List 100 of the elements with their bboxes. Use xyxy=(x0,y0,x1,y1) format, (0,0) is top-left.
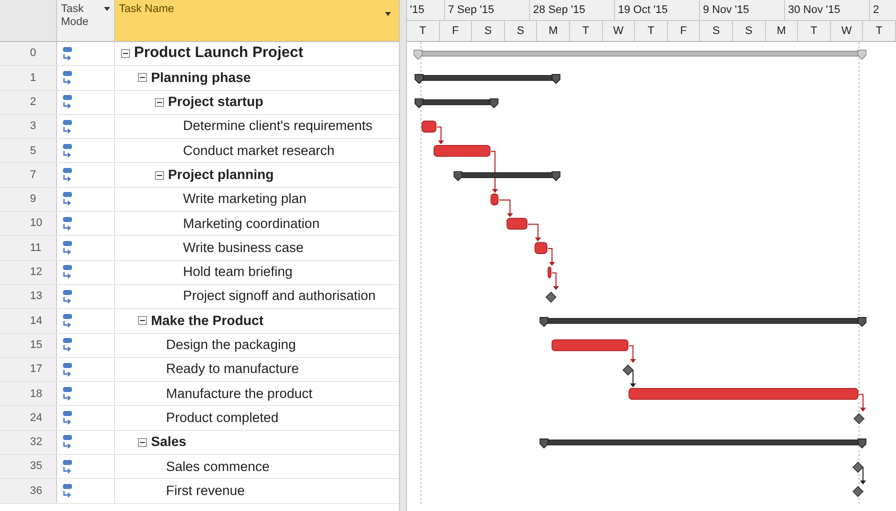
day-label: T xyxy=(863,21,896,41)
task-name: Write marketing plan xyxy=(183,190,307,208)
task-mode-icon xyxy=(62,434,74,450)
collapse-toggle[interactable] xyxy=(138,316,147,326)
task-mode-icon xyxy=(62,386,74,402)
task-mode-icon xyxy=(62,458,74,475)
task-bar xyxy=(548,266,552,278)
task-bar xyxy=(490,194,498,206)
row-number: 32 xyxy=(0,430,57,454)
day-label: F xyxy=(668,21,700,41)
task-mode-icon xyxy=(62,288,74,305)
task-mode-icon xyxy=(62,216,74,232)
row-number: 0 xyxy=(0,42,57,66)
task-name: Sales commence xyxy=(166,458,270,476)
row-number: 7 xyxy=(0,163,57,187)
task-mode-icon xyxy=(62,362,74,378)
column-title: Task Mode xyxy=(61,3,90,29)
row-number: 3 xyxy=(0,114,57,138)
day-label: S xyxy=(472,21,505,41)
row-number: 2 xyxy=(0,90,57,114)
row-number: 11 xyxy=(0,236,57,260)
day-label: T xyxy=(635,21,668,41)
row-number: 36 xyxy=(0,479,57,503)
task-name: First revenue xyxy=(166,482,245,500)
task-mode-icon xyxy=(62,312,74,329)
row-number: 18 xyxy=(0,382,57,406)
timescale-label: 28 Sep '15 xyxy=(530,0,615,20)
dependency-arrow xyxy=(548,248,555,266)
task-name: Project planning xyxy=(168,166,274,184)
collapse-toggle[interactable] xyxy=(155,98,164,107)
day-label: F xyxy=(440,21,472,41)
dependency-arrow xyxy=(628,370,636,388)
task-name: Product Launch Project xyxy=(134,43,304,64)
milestone-diamond xyxy=(622,364,634,376)
day-label: S xyxy=(700,21,733,41)
task-name: Hold team briefing xyxy=(183,263,293,282)
task-name: Conduct market research xyxy=(183,142,335,160)
row-number: 35 xyxy=(0,455,57,478)
timescale-label: 30 Nov '15 xyxy=(785,0,870,20)
row-number: 14 xyxy=(0,309,57,333)
day-label: M xyxy=(537,21,570,41)
task-mode-icon xyxy=(62,46,74,62)
day-label: W xyxy=(830,21,864,41)
milestone-diamond xyxy=(852,486,864,498)
column-header[interactable]: Task Name xyxy=(115,0,399,41)
day-label: T xyxy=(570,21,603,41)
day-label: S xyxy=(504,21,538,41)
task-mode-icon xyxy=(62,264,74,280)
task-name: Manufacture the product xyxy=(166,384,312,403)
row-number: 5 xyxy=(0,139,57,162)
task-name: Project startup xyxy=(168,93,264,112)
task-bar xyxy=(422,120,436,132)
dependency-arrow xyxy=(858,466,866,485)
task-name: Ready to manufacture xyxy=(166,360,299,378)
timescale-label: 9 Nov '15 xyxy=(700,0,785,20)
day-label: S xyxy=(732,21,766,41)
collapse-toggle[interactable] xyxy=(138,73,147,82)
column-title: Task Name xyxy=(119,3,174,16)
dependency-arrow xyxy=(528,224,541,242)
dependency-arrow xyxy=(858,394,866,412)
dependency-arrow xyxy=(436,126,444,144)
task-name: Design the packaging xyxy=(166,336,296,354)
task-mode-icon xyxy=(62,191,74,208)
task-mode-icon xyxy=(62,410,74,426)
row-number: 9 xyxy=(0,188,57,212)
milestone-diamond xyxy=(853,413,865,424)
task-mode-icon xyxy=(62,167,74,184)
caret-icon xyxy=(104,7,110,11)
day-label: W xyxy=(602,21,636,41)
timescale-label: 2 xyxy=(870,0,896,20)
dependency-arrow xyxy=(498,199,513,218)
task-mode-icon xyxy=(62,240,74,256)
collapse-toggle[interactable] xyxy=(155,170,164,180)
collapse-toggle[interactable] xyxy=(121,49,130,58)
caret-icon xyxy=(385,12,391,16)
row-number: 15 xyxy=(0,334,57,357)
task-mode-icon xyxy=(62,70,74,86)
task-mode-icon xyxy=(62,94,74,110)
row-number: 12 xyxy=(0,260,57,284)
collapse-toggle[interactable] xyxy=(138,438,147,447)
task-mode-icon xyxy=(62,337,74,354)
task-name: Make the Product xyxy=(151,312,264,330)
day-label: T xyxy=(407,21,440,41)
task-mode-icon xyxy=(62,118,74,135)
task-name: Planning phase xyxy=(151,68,251,87)
timescale-label: 7 Sep '15 xyxy=(445,0,530,20)
row-number: 13 xyxy=(0,284,57,308)
task-bar xyxy=(434,144,490,157)
row-number: 24 xyxy=(0,406,57,430)
day-label: T xyxy=(798,21,831,41)
row-number: 1 xyxy=(0,66,57,90)
milestone-diamond xyxy=(852,462,864,473)
task-name: Marketing coordination xyxy=(183,214,320,233)
task-mode-icon xyxy=(62,142,74,159)
task-name: Sales xyxy=(151,433,186,452)
timescale-label: '15 xyxy=(407,0,445,20)
row-number: 17 xyxy=(0,358,57,382)
dependency-arrow xyxy=(552,272,559,290)
task-mode-icon xyxy=(62,482,74,499)
row-number: 10 xyxy=(0,212,57,236)
